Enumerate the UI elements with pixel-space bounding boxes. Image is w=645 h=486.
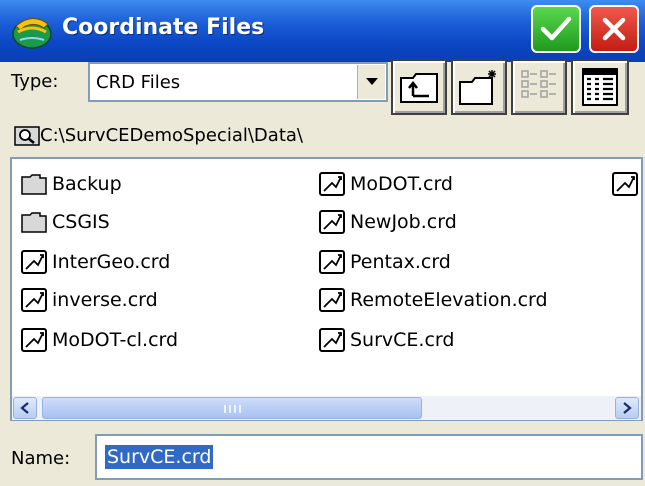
grip-icon — [224, 405, 241, 413]
list-view-icon — [521, 70, 556, 98]
type-dropdown-value: CRD Files — [96, 72, 181, 93]
list-item-folder[interactable]: Backup — [20, 169, 122, 199]
list-item-label: CSGIS — [52, 211, 110, 233]
list-item-label: MoDOT.crd — [350, 173, 453, 195]
dropdown-arrow-button[interactable] — [357, 65, 385, 99]
list-item-label: Backup — [52, 173, 122, 195]
new-folder-button[interactable] — [451, 59, 507, 115]
chevron-right-icon — [623, 402, 632, 414]
list-item-label: inverse.crd — [52, 289, 158, 311]
list-item-file[interactable]: MoDOT.crd — [318, 169, 453, 199]
crd-file-icon — [21, 328, 47, 352]
list-item-label: MoDOT-cl.crd — [52, 329, 179, 351]
crd-file-icon — [319, 328, 345, 352]
current-path: C:\SurvCEDemoSpecial\Data\ — [40, 125, 303, 146]
close-icon — [602, 17, 626, 41]
list-item-file[interactable]: SurvCE.crd — [318, 325, 454, 355]
crd-file-icon — [319, 210, 345, 234]
crd-file-icon — [319, 288, 345, 312]
list-item-file[interactable]: Pentax.crd — [318, 247, 451, 277]
list-item-folder[interactable]: CSGIS — [20, 207, 110, 237]
up-folder-button[interactable] — [391, 59, 447, 115]
list-item-label: SurvCE.crd — [350, 329, 455, 351]
list-item-file[interactable]: RemoteElevation.crd — [318, 285, 548, 315]
new-folder-icon — [459, 70, 496, 105]
ok-button[interactable] — [531, 5, 581, 53]
scroll-thumb[interactable] — [42, 397, 422, 419]
file-name-input[interactable]: SurvCE.crd — [95, 434, 643, 480]
list-item-label: RemoteElevation.crd — [350, 289, 548, 311]
details-view-button[interactable] — [571, 59, 629, 115]
folder-icon — [21, 212, 47, 233]
crd-file-icon — [21, 250, 47, 274]
list-item-file-clipped[interactable] — [611, 169, 641, 199]
title-bar: Coordinate Files — [0, 0, 645, 62]
list-item-file[interactable]: InterGeo.crd — [20, 247, 170, 277]
list-item-file[interactable]: inverse.crd — [20, 285, 158, 315]
close-button[interactable] — [589, 5, 639, 53]
checkmark-icon — [540, 16, 572, 41]
scroll-right-button[interactable] — [615, 397, 639, 419]
type-label: Type: — [11, 71, 59, 92]
details-view-icon — [582, 68, 618, 106]
app-logo-icon — [12, 18, 52, 49]
scroll-left-button[interactable] — [13, 397, 37, 419]
crd-file-icon — [319, 250, 345, 274]
folder-search-icon — [14, 126, 40, 146]
type-dropdown[interactable]: CRD Files — [88, 62, 388, 102]
window-title: Coordinate Files — [62, 15, 265, 40]
list-item-label: InterGeo.crd — [52, 251, 171, 273]
crd-file-icon — [319, 172, 345, 196]
folder-icon — [21, 174, 47, 195]
file-list[interactable]: Backup CSGIS InterGeo.crd inverse.crd Mo… — [10, 157, 643, 421]
file-name-value: SurvCE.crd — [105, 445, 214, 469]
name-label: Name: — [11, 448, 71, 469]
list-item-file[interactable]: MoDOT-cl.crd — [20, 325, 178, 355]
horizontal-scrollbar[interactable] — [12, 396, 641, 420]
list-item-label: Pentax.crd — [350, 251, 451, 273]
crd-file-icon — [612, 172, 638, 196]
up-folder-icon — [400, 73, 438, 103]
crd-file-icon — [21, 288, 47, 312]
chevron-down-icon — [365, 78, 378, 85]
list-view-button[interactable] — [511, 59, 567, 115]
chevron-left-icon — [20, 402, 29, 414]
list-item-file[interactable]: NewJob.crd — [318, 207, 457, 237]
list-item-label: NewJob.crd — [350, 211, 457, 233]
